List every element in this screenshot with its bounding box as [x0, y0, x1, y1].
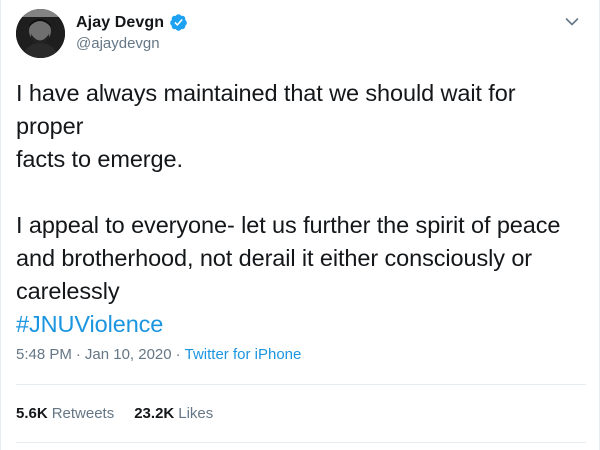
tweet-source-link[interactable]: Twitter for iPhone: [185, 346, 302, 363]
likes-count: 23.2K: [134, 405, 175, 422]
author-name-row[interactable]: Ajay Devgn: [76, 13, 188, 32]
retweets-label: Retweets: [51, 405, 115, 422]
tweet-date[interactable]: Jan 10, 2020: [85, 346, 172, 363]
retweets-count: 5.6K: [16, 405, 48, 422]
tweet-text: I have always maintained that we should …: [16, 77, 586, 341]
avatar-photo-icon: [16, 9, 65, 58]
author-handle[interactable]: @ajaydevgn: [76, 35, 160, 52]
chevron-down-icon[interactable]: [564, 14, 580, 30]
divider: [16, 442, 586, 443]
author-display-name[interactable]: Ajay Devgn: [76, 14, 164, 32]
meta-separator: ·: [75, 346, 81, 363]
verified-badge-icon: [170, 14, 187, 31]
tweet-card: Ajay Devgn @ajaydevgn I have always main…: [0, 0, 600, 450]
hashtag-link[interactable]: #JNUViolence: [16, 311, 163, 337]
tweet-paragraph-1: I have always maintained that we should …: [16, 80, 516, 172]
avatar[interactable]: [16, 9, 65, 58]
divider: [16, 384, 586, 385]
meta-separator: ·: [175, 346, 181, 363]
tweet-stats: 5.6K Retweets 23.2K Likes: [16, 405, 213, 422]
likes-stat[interactable]: 23.2K Likes: [134, 405, 213, 422]
retweets-stat[interactable]: 5.6K Retweets: [16, 405, 114, 422]
tweet-meta: 5:48 PM · Jan 10, 2020 · Twitter for iPh…: [16, 346, 301, 363]
tweet-paragraph-2: I appeal to everyone- let us further the…: [16, 212, 561, 304]
likes-label: Likes: [178, 405, 214, 422]
tweet-time[interactable]: 5:48 PM: [16, 346, 72, 363]
